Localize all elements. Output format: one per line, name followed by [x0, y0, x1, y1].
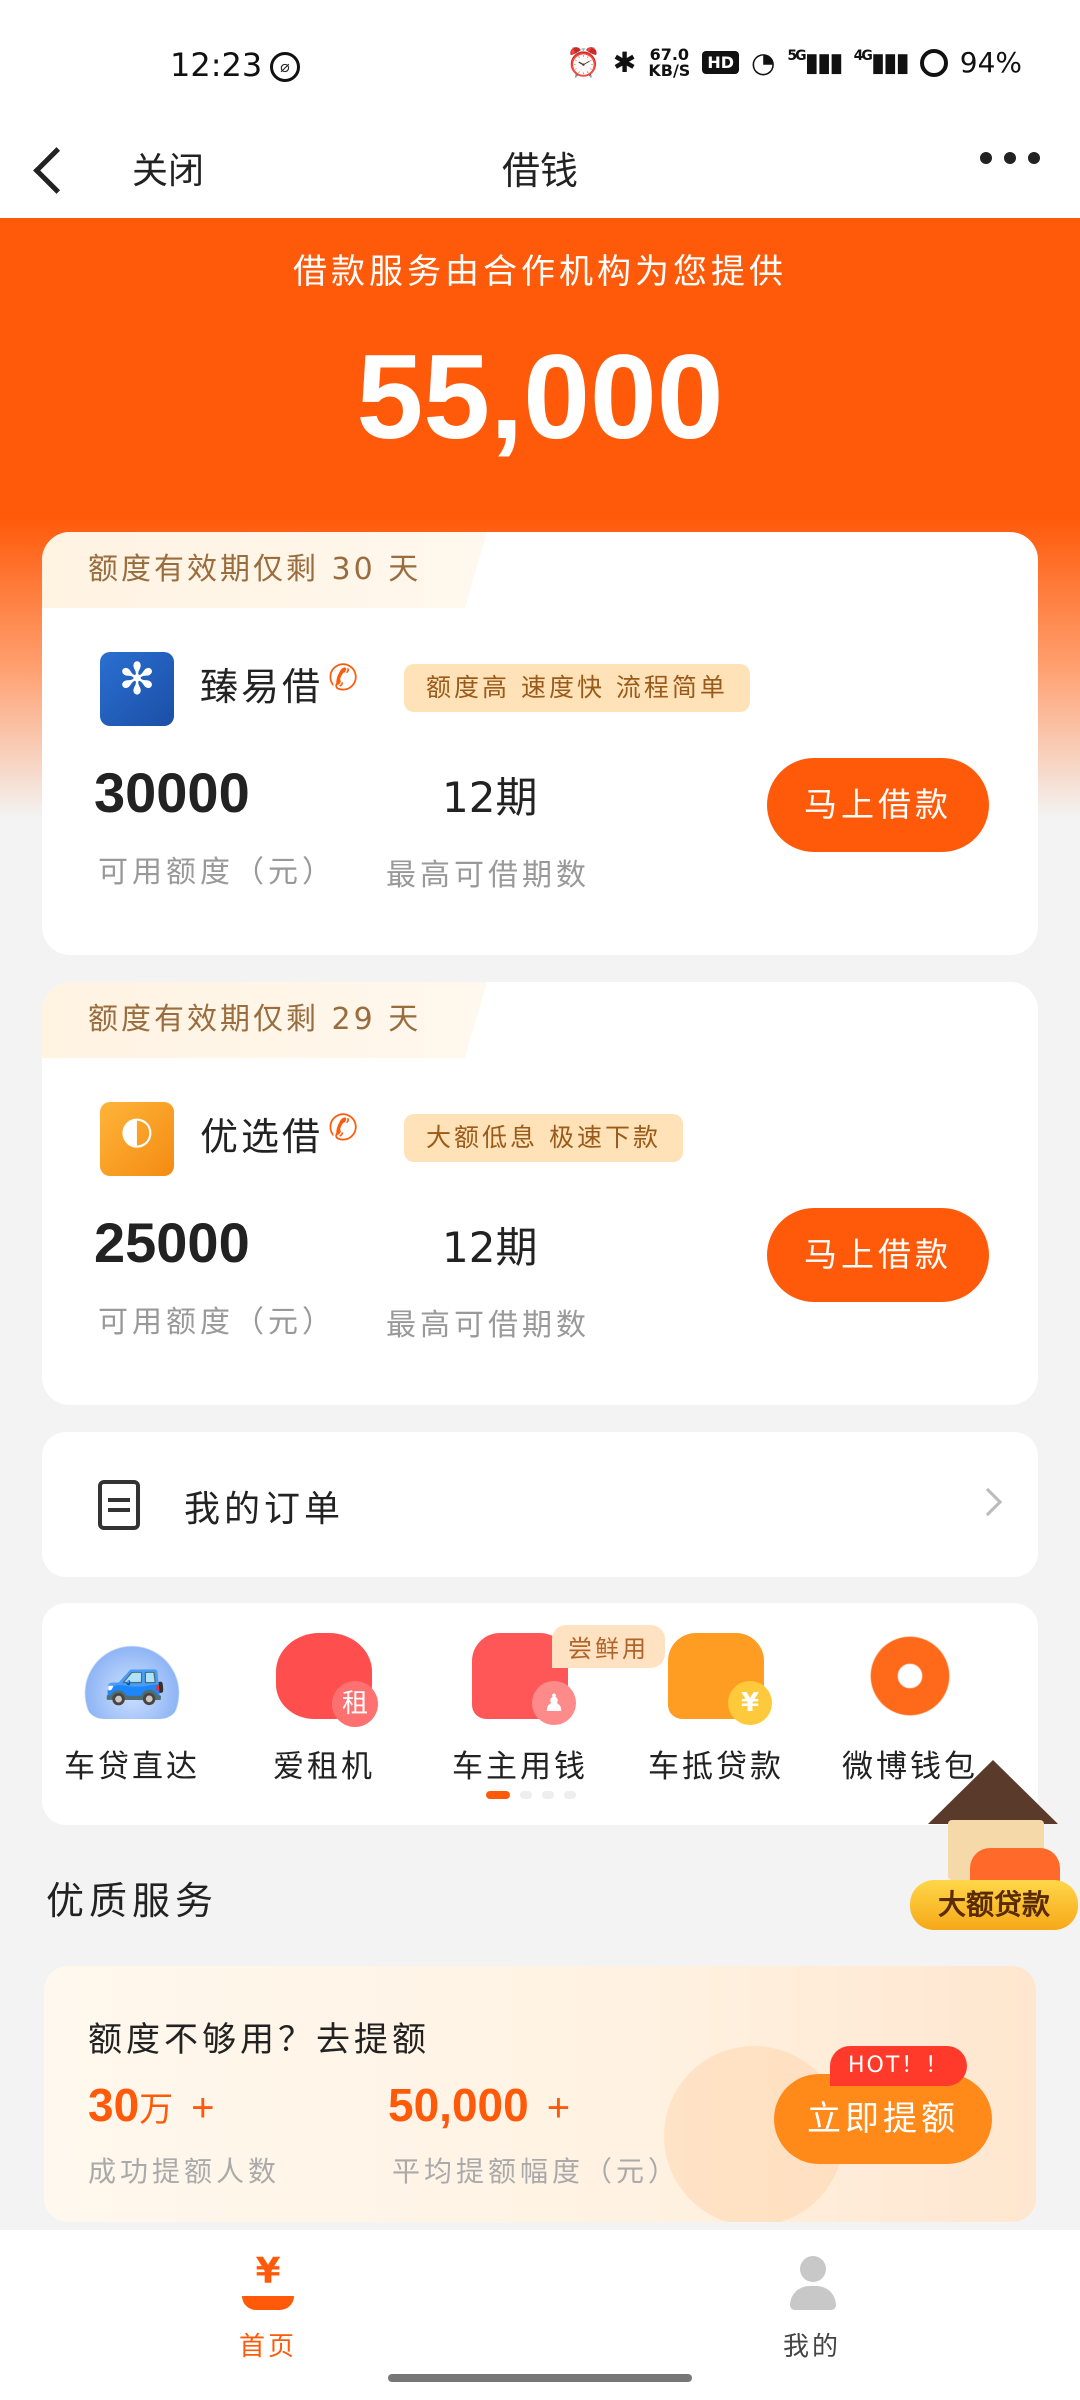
- large-loan-float-ad[interactable]: 大额贷款: [908, 1756, 1080, 1932]
- service-car-loan[interactable]: 车贷直达: [42, 1633, 222, 1786]
- car-loan-icon: [84, 1633, 180, 1719]
- signal-5g-icon: 5G▮▮▮: [787, 47, 843, 78]
- weibo-wallet-icon: [862, 1633, 958, 1719]
- page-title: 借钱: [501, 149, 578, 193]
- tab-home[interactable]: ¥ 首页: [168, 2252, 368, 2363]
- borrow-now-button[interactable]: 马上借款: [767, 1208, 989, 1302]
- chevron-right-icon: [973, 1487, 1003, 1517]
- max-periods: 12期: [442, 1223, 538, 1272]
- available-amount: 30000: [94, 761, 250, 824]
- lender-tag: 额度高 速度快 流程简单: [404, 664, 750, 712]
- available-amount-label: 可用额度（元）: [98, 1305, 336, 1340]
- wifi-icon: ◔: [750, 46, 776, 79]
- zhenyijie-logo-icon: [100, 652, 174, 726]
- loan-card-youxuanjie: 额度有效期仅剩 29 天 优选借 ✆ 大额低息 极速下款 25000 可用额度（…: [42, 982, 1038, 1405]
- more-icon[interactable]: [980, 152, 1040, 164]
- expire-notice: 额度有效期仅剩 30 天: [42, 532, 487, 608]
- service-label: 车贷直达: [64, 1749, 200, 1785]
- hero-subtitle: 借款服务由合作机构为您提供: [293, 252, 787, 292]
- home-yuan-icon: ¥: [238, 2252, 298, 2312]
- lender-name: 臻易借: [200, 665, 324, 709]
- avg-increase: 50,000 +: [388, 2079, 571, 2131]
- phone-icon[interactable]: ✆: [328, 1108, 358, 1149]
- status-time: 12:23: [170, 46, 263, 84]
- try-new-badge: 尝鲜用: [552, 1625, 665, 1668]
- expire-notice: 额度有效期仅剩 29 天: [42, 982, 487, 1058]
- promo-title: 额度不够用？去提额: [88, 2020, 430, 2060]
- service-label: 爱租机: [273, 1749, 375, 1785]
- phone-icon[interactable]: ✆: [328, 658, 358, 699]
- service-label: 车抵贷款: [648, 1749, 784, 1785]
- increase-now-button[interactable]: 立即提额: [774, 2074, 992, 2164]
- lender-tag: 大额低息 极速下款: [404, 1114, 683, 1162]
- my-orders-row[interactable]: 我的订单: [42, 1432, 1038, 1577]
- rent-phone-icon: [276, 1633, 378, 1727]
- alarm-icon: ⏰: [566, 46, 601, 79]
- order-list-icon: [98, 1480, 140, 1530]
- available-amount-label: 可用额度（元）: [98, 855, 336, 890]
- bluetooth-icon: ✱: [612, 46, 637, 79]
- hd-icon: HD: [702, 51, 739, 74]
- avg-increase-label: 平均提额幅度（元）: [392, 2155, 681, 2188]
- max-periods: 12期: [442, 773, 538, 822]
- service-rent-phone[interactable]: 爱租机: [234, 1633, 414, 1786]
- available-amount: 25000: [94, 1211, 250, 1274]
- tab-me[interactable]: 我的: [712, 2252, 912, 2363]
- nav-bar: 关闭 借钱: [0, 120, 1080, 218]
- home-indicator[interactable]: [388, 2374, 692, 2382]
- service-label: 车主用钱: [452, 1749, 588, 1785]
- hot-badge: HOT！！: [830, 2046, 968, 2086]
- tab-label: 我的: [782, 2332, 841, 2362]
- loan-card-zhenyijie: 额度有效期仅剩 30 天 臻易借 ✆ 额度高 速度快 流程简单 30000 可用…: [42, 532, 1038, 955]
- carousel-indicator: [486, 1791, 576, 1799]
- battery-icon: [919, 48, 948, 77]
- signal-4g-icon: 4G▮▮▮: [853, 47, 910, 78]
- my-orders-label: 我的订单: [184, 1489, 345, 1530]
- success-count: 30万 +: [88, 2079, 215, 2131]
- hero-amount: 55,000: [356, 330, 724, 464]
- user-icon: [782, 2252, 842, 2312]
- car-mortgage-icon: [668, 1633, 772, 1725]
- section-title: 优质服务: [46, 1879, 219, 1923]
- max-periods-label: 最高可借期数: [386, 1308, 590, 1343]
- lender-name: 优选借: [200, 1115, 324, 1159]
- no-disturb-icon: ⌀: [270, 52, 300, 82]
- status-bar: 12:23 ⌀ ⏰ ✱ 67.0 KB/S HD ◔ 5G▮▮▮ 4G▮▮▮ 9…: [0, 0, 1080, 120]
- services-carousel[interactable]: 车贷直达 爱租机 车主用钱 车抵贷款 微博钱包 尝鲜用: [42, 1603, 1038, 1825]
- success-count-label: 成功提额人数: [88, 2155, 281, 2188]
- net-speed: 67.0 KB/S: [648, 44, 691, 80]
- tab-label: 首页: [238, 2332, 297, 2362]
- status-icons: ⏰ ✱ 67.0 KB/S HD ◔ 5G▮▮▮ 4G▮▮▮ 94%: [566, 46, 1022, 79]
- borrow-now-button[interactable]: 马上借款: [767, 758, 989, 852]
- youxuanjie-logo-icon: [100, 1102, 174, 1176]
- credit-increase-promo: 额度不够用？去提额 30万 + 成功提额人数 50,000 + 平均提额幅度（元） …: [44, 1966, 1036, 2222]
- large-loan-label: 大额贷款: [910, 1880, 1078, 1930]
- battery-percent: 94%: [959, 46, 1022, 79]
- max-periods-label: 最高可借期数: [386, 858, 590, 893]
